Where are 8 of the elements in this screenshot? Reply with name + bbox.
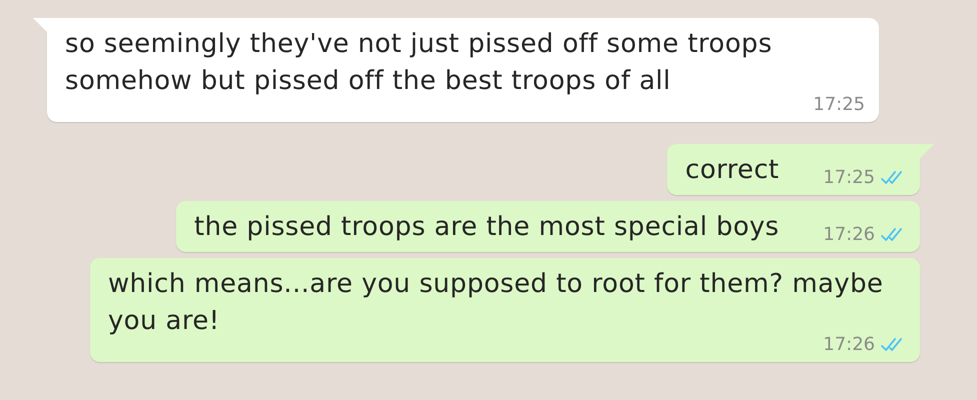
message-text: correct [685,154,780,187]
message-time: 17:25 [813,94,865,116]
message-time: 17:25 [823,167,875,189]
message-text: which means...are you supposed to root for them? maybe you are! [108,268,884,336]
message-time: 17:26 [823,334,875,356]
message-time: 17:26 [823,224,875,246]
message-text: the pissed troops are the most special boys [194,211,780,244]
message-text: so seemingly they've not just pissed off some troops somehow but pissed off the best troops of all [65,28,774,98]
